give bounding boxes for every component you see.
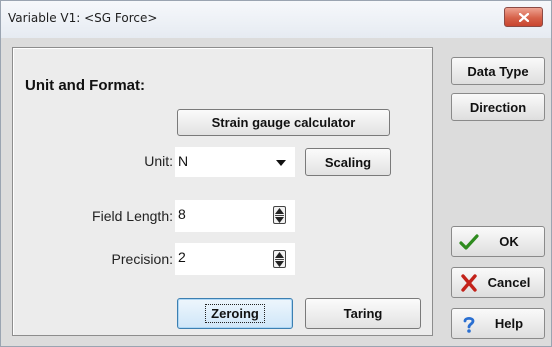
data-type-label: Data Type [467, 63, 529, 79]
spin-down-icon[interactable] [274, 216, 285, 224]
dialog-window: Variable V1: <SG Force> Unit and Format:… [0, 0, 552, 347]
direction-label: Direction [469, 99, 527, 115]
cancel-button[interactable]: Cancel [451, 267, 545, 298]
spin-up-icon[interactable] [274, 251, 285, 259]
help-label: Help [494, 316, 524, 331]
help-question-icon [463, 316, 475, 333]
field-length-value: 8 [178, 206, 186, 222]
zeroing-button[interactable]: Zeroing [177, 298, 293, 329]
precision-spinner[interactable] [273, 250, 286, 268]
checkmark-icon [459, 234, 479, 250]
strain-gauge-calculator-button[interactable]: Strain gauge calculator [177, 109, 390, 136]
scaling-button[interactable]: Scaling [305, 148, 391, 176]
direction-button[interactable]: Direction [451, 93, 545, 121]
unit-value: N [178, 153, 189, 169]
unit-select[interactable]: N [175, 147, 295, 177]
window-title: Variable V1: <SG Force> [8, 11, 158, 25]
title-bar[interactable]: Variable V1: <SG Force> [1, 1, 551, 38]
taring-button[interactable]: Taring [305, 298, 421, 329]
precision-value: 2 [178, 249, 186, 265]
field-length-spinner[interactable] [273, 206, 286, 224]
field-length-label: Field Length: [92, 208, 173, 224]
ok-label: OK [499, 234, 519, 249]
close-icon [519, 13, 529, 22]
close-button[interactable] [504, 7, 543, 27]
chevron-down-icon [276, 160, 286, 166]
strain-gauge-calculator-label: Strain gauge calculator [211, 115, 356, 130]
zeroing-label: Zeroing [205, 304, 265, 323]
taring-label: Taring [343, 306, 383, 321]
spin-up-icon[interactable] [274, 207, 285, 215]
cancel-x-icon [461, 274, 477, 292]
section-title: Unit and Format: [25, 77, 145, 94]
scaling-label: Scaling [324, 154, 372, 170]
help-button[interactable]: Help [451, 308, 545, 339]
unit-label: Unit: [144, 153, 173, 169]
spin-down-icon[interactable] [274, 260, 285, 268]
data-type-button[interactable]: Data Type [451, 57, 545, 85]
ok-button[interactable]: OK [451, 226, 545, 257]
precision-label: Precision: [111, 251, 173, 267]
